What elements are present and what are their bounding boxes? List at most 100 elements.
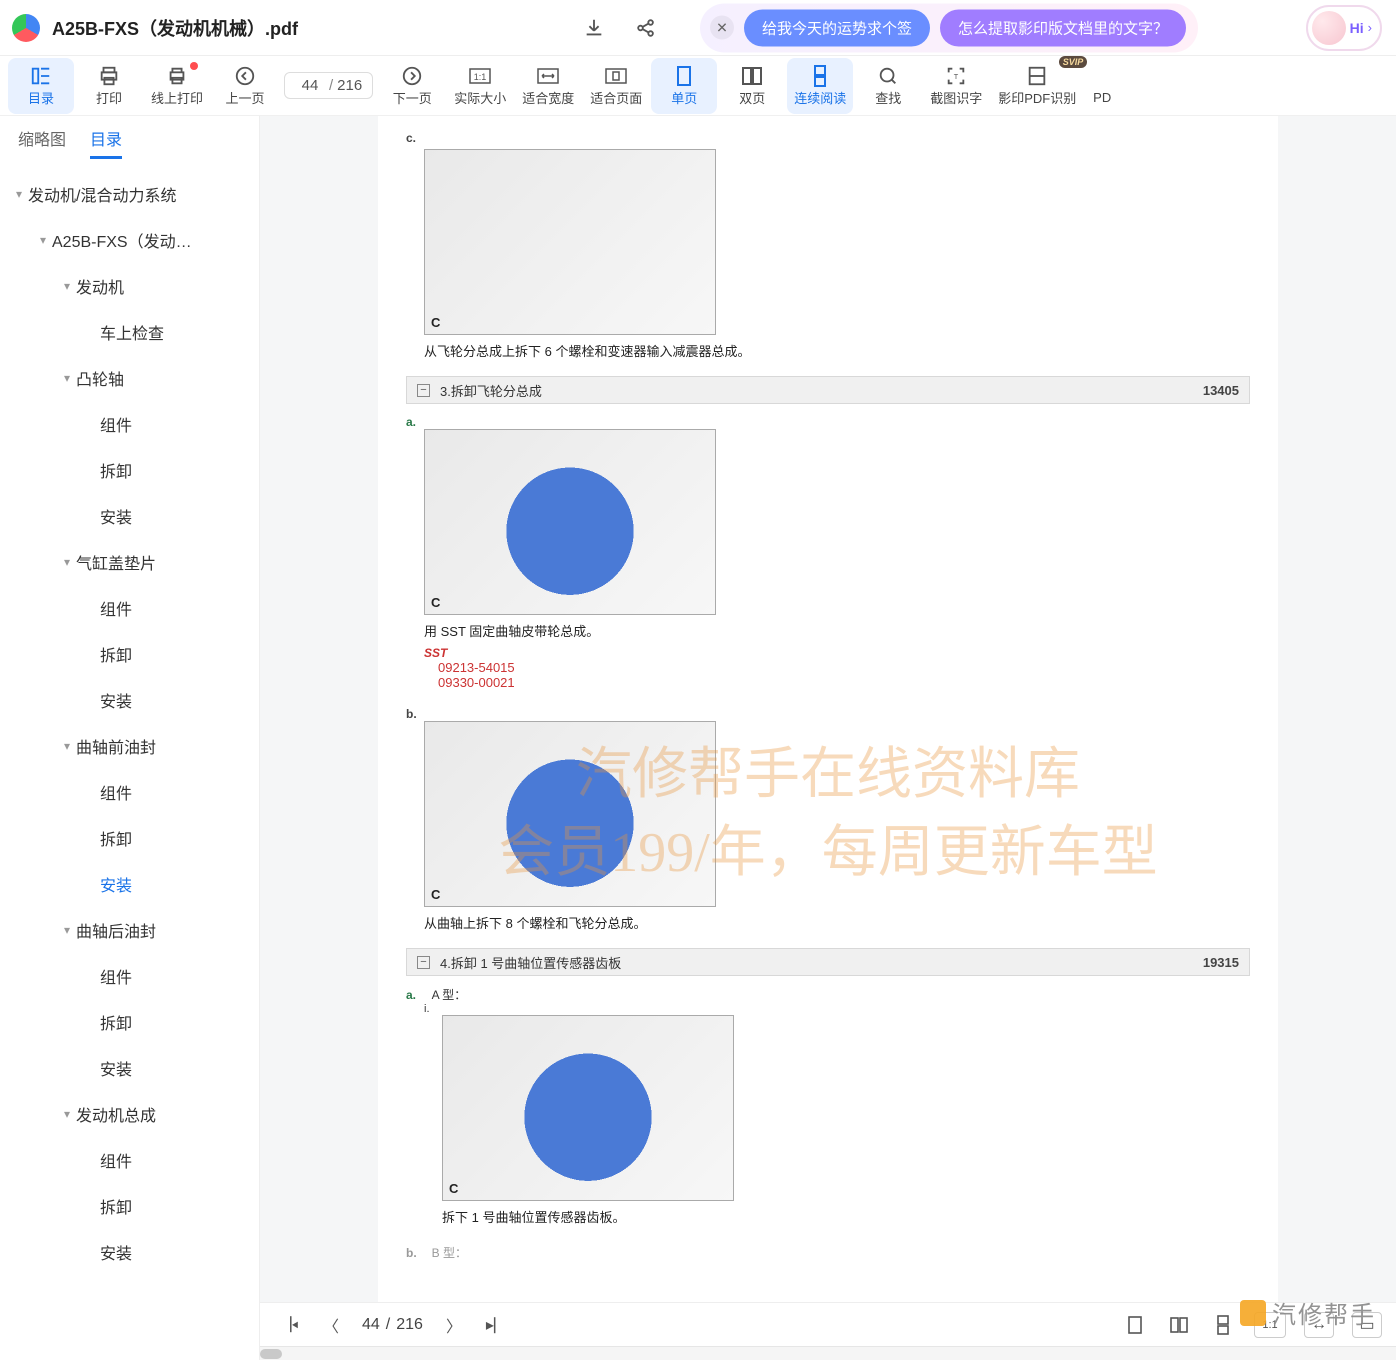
prev-page-icon — [233, 64, 257, 88]
horizontal-scrollbar[interactable] — [260, 1346, 1396, 1360]
two-page-button[interactable]: 双页 — [719, 58, 785, 114]
toc-label: 拆卸 — [100, 826, 132, 850]
toc-node[interactable]: 安装 — [0, 493, 259, 539]
toc-node[interactable]: ▾凸轮轴 — [0, 355, 259, 401]
brand-watermark: 汽修帮手 — [1240, 1295, 1376, 1330]
fit-width-button[interactable]: 适合宽度 — [515, 58, 581, 114]
last-page-button[interactable]: ▸⎸ — [485, 1312, 511, 1338]
single-page-button[interactable]: 单页 — [651, 58, 717, 114]
toc-node[interactable]: ▾发动机/混合动力系统 — [0, 171, 259, 217]
toc-node[interactable]: 拆卸 — [0, 999, 259, 1045]
find-label: 查找 — [875, 88, 901, 107]
toc-node[interactable]: ▾气缸盖垫片 — [0, 539, 259, 585]
actual-size-label: 实际大小 — [454, 88, 506, 107]
toc-node[interactable]: 车上检查 — [0, 309, 259, 355]
fit-width-label: 适合宽度 — [522, 88, 574, 107]
search-icon — [876, 64, 900, 88]
chevron-right-icon: › — [1368, 20, 1372, 35]
scan-pdf-ocr-button[interactable]: SVIP 影印PDF识别 — [991, 58, 1083, 114]
toc-button[interactable]: 目录 — [8, 58, 74, 114]
ai-suggestion-1[interactable]: 给我今天的运势求个签 — [744, 9, 930, 46]
next-page-button[interactable]: 下一页 — [379, 58, 445, 114]
first-page-button[interactable]: ⎹◂ — [274, 1312, 300, 1338]
ai-suggestion-2[interactable]: 怎么提取影印版文档里的文字？ — [940, 9, 1186, 46]
svip-badge: SVIP — [1059, 56, 1088, 68]
share-icon[interactable] — [634, 16, 658, 40]
view-continuous-icon[interactable] — [1210, 1312, 1236, 1338]
single-page-icon — [672, 64, 696, 88]
toc-node[interactable]: 拆卸 — [0, 1183, 259, 1229]
chevron-down-icon: ▾ — [58, 279, 76, 293]
fit-page-button[interactable]: 适合页面 — [583, 58, 649, 114]
step-b-label: b. — [406, 707, 422, 721]
toc-label: 拆卸 — [100, 458, 132, 482]
download-icon[interactable] — [582, 16, 606, 40]
scrollbar-thumb[interactable] — [260, 1349, 282, 1359]
toc-label: 组件 — [100, 780, 132, 804]
toc-node[interactable]: 组件 — [0, 1137, 259, 1183]
toc-node[interactable]: ▾发动机总成 — [0, 1091, 259, 1137]
svg-text:1:1: 1:1 — [474, 72, 487, 82]
assistant-hi-label: Hi — [1350, 20, 1364, 36]
brand-logo-icon — [1240, 1300, 1266, 1326]
toc-node[interactable]: ▾A25B-FXS（发动… — [0, 217, 259, 263]
chevron-down-icon: ▾ — [58, 739, 76, 753]
sst-num-1: 09213-54015 — [438, 660, 1250, 675]
toc-label: 安装 — [100, 1240, 132, 1264]
toc-node[interactable]: ▾曲轴后油封 — [0, 907, 259, 953]
view-double-icon[interactable] — [1166, 1312, 1192, 1338]
sst-title: SST — [424, 646, 1250, 660]
collapse-icon[interactable]: − — [417, 956, 430, 969]
print-icon — [97, 64, 121, 88]
section-3-header[interactable]: − 3.拆卸飞轮分总成 13405 — [406, 376, 1250, 404]
prev-page-label: 上一页 — [225, 88, 264, 107]
chevron-down-icon: ▾ — [58, 555, 76, 569]
continuous-button[interactable]: 连续阅读 — [787, 58, 853, 114]
toc-node[interactable]: 拆卸 — [0, 815, 259, 861]
toc-node[interactable]: ▾曲轴前油封 — [0, 723, 259, 769]
toc-label: 拆卸 — [100, 1194, 132, 1218]
online-print-button[interactable]: 线上打印 — [144, 58, 210, 114]
toc-node[interactable]: 拆卸 — [0, 631, 259, 677]
notification-dot-icon — [190, 62, 198, 70]
actual-size-button[interactable]: 1:1 实际大小 — [447, 58, 513, 114]
collapse-icon[interactable]: − — [417, 384, 430, 397]
page-input[interactable]: 44 / 216 — [284, 72, 373, 99]
toc-node[interactable]: 安装 — [0, 1229, 259, 1275]
caption-3: 从曲轴上拆下 8 个螺栓和飞轮分总成。 — [424, 913, 1250, 932]
toc-node[interactable]: 安装 — [0, 1045, 259, 1091]
toc-node[interactable]: 组件 — [0, 769, 259, 815]
toolbar-more[interactable]: PD — [1085, 58, 1119, 114]
ocr-capture-button[interactable]: T 截图识字 — [923, 58, 989, 114]
toc-label: 拆卸 — [100, 642, 132, 666]
continuous-icon — [808, 64, 832, 88]
a-type-label: A 型： — [432, 988, 467, 1002]
toc-label: 组件 — [100, 964, 132, 988]
print-button[interactable]: 打印 — [76, 58, 142, 114]
close-ai-pills[interactable]: ✕ — [710, 16, 734, 40]
toc-tree[interactable]: ▾发动机/混合动力系统▾A25B-FXS（发动…▾发动机车上检查▾凸轮轴组件拆卸… — [0, 165, 259, 1360]
assistant-badge[interactable]: Hi › — [1306, 5, 1382, 51]
toc-node[interactable]: 拆卸 — [0, 447, 259, 493]
prev-page-bottom[interactable]: 〈 — [318, 1312, 344, 1338]
view-single-icon[interactable] — [1122, 1312, 1148, 1338]
tab-thumbnails[interactable]: 缩略图 — [18, 126, 66, 159]
toc-node[interactable]: 组件 — [0, 953, 259, 999]
tab-toc[interactable]: 目录 — [90, 126, 122, 159]
toc-node[interactable]: 组件 — [0, 585, 259, 631]
toc-node[interactable]: 安装 — [0, 861, 259, 907]
next-page-bottom[interactable]: 〉 — [441, 1312, 467, 1338]
fig-corner-c: C — [431, 315, 440, 330]
toc-node[interactable]: ▾发动机 — [0, 263, 259, 309]
section-4-header[interactable]: − 4.拆卸 1 号曲轴位置传感器齿板 19315 — [406, 948, 1250, 976]
toc-node[interactable]: 组件 — [0, 401, 259, 447]
toc-label: 安装 — [100, 688, 132, 712]
pdf-page: c. C 从飞轮分总成上拆下 6 个螺栓和变速器输入减震器总成。 − 3.拆卸飞… — [378, 116, 1278, 1302]
page-current: 44 — [295, 77, 325, 94]
toc-node[interactable]: 安装 — [0, 677, 259, 723]
toc-label: 发动机总成 — [76, 1102, 156, 1126]
find-button[interactable]: 查找 — [855, 58, 921, 114]
prev-page-button[interactable]: 上一页 — [212, 58, 278, 114]
toc-label: 拆卸 — [100, 1010, 132, 1034]
file-title: A25B-FXS（发动机机械）.pdf — [52, 15, 298, 41]
